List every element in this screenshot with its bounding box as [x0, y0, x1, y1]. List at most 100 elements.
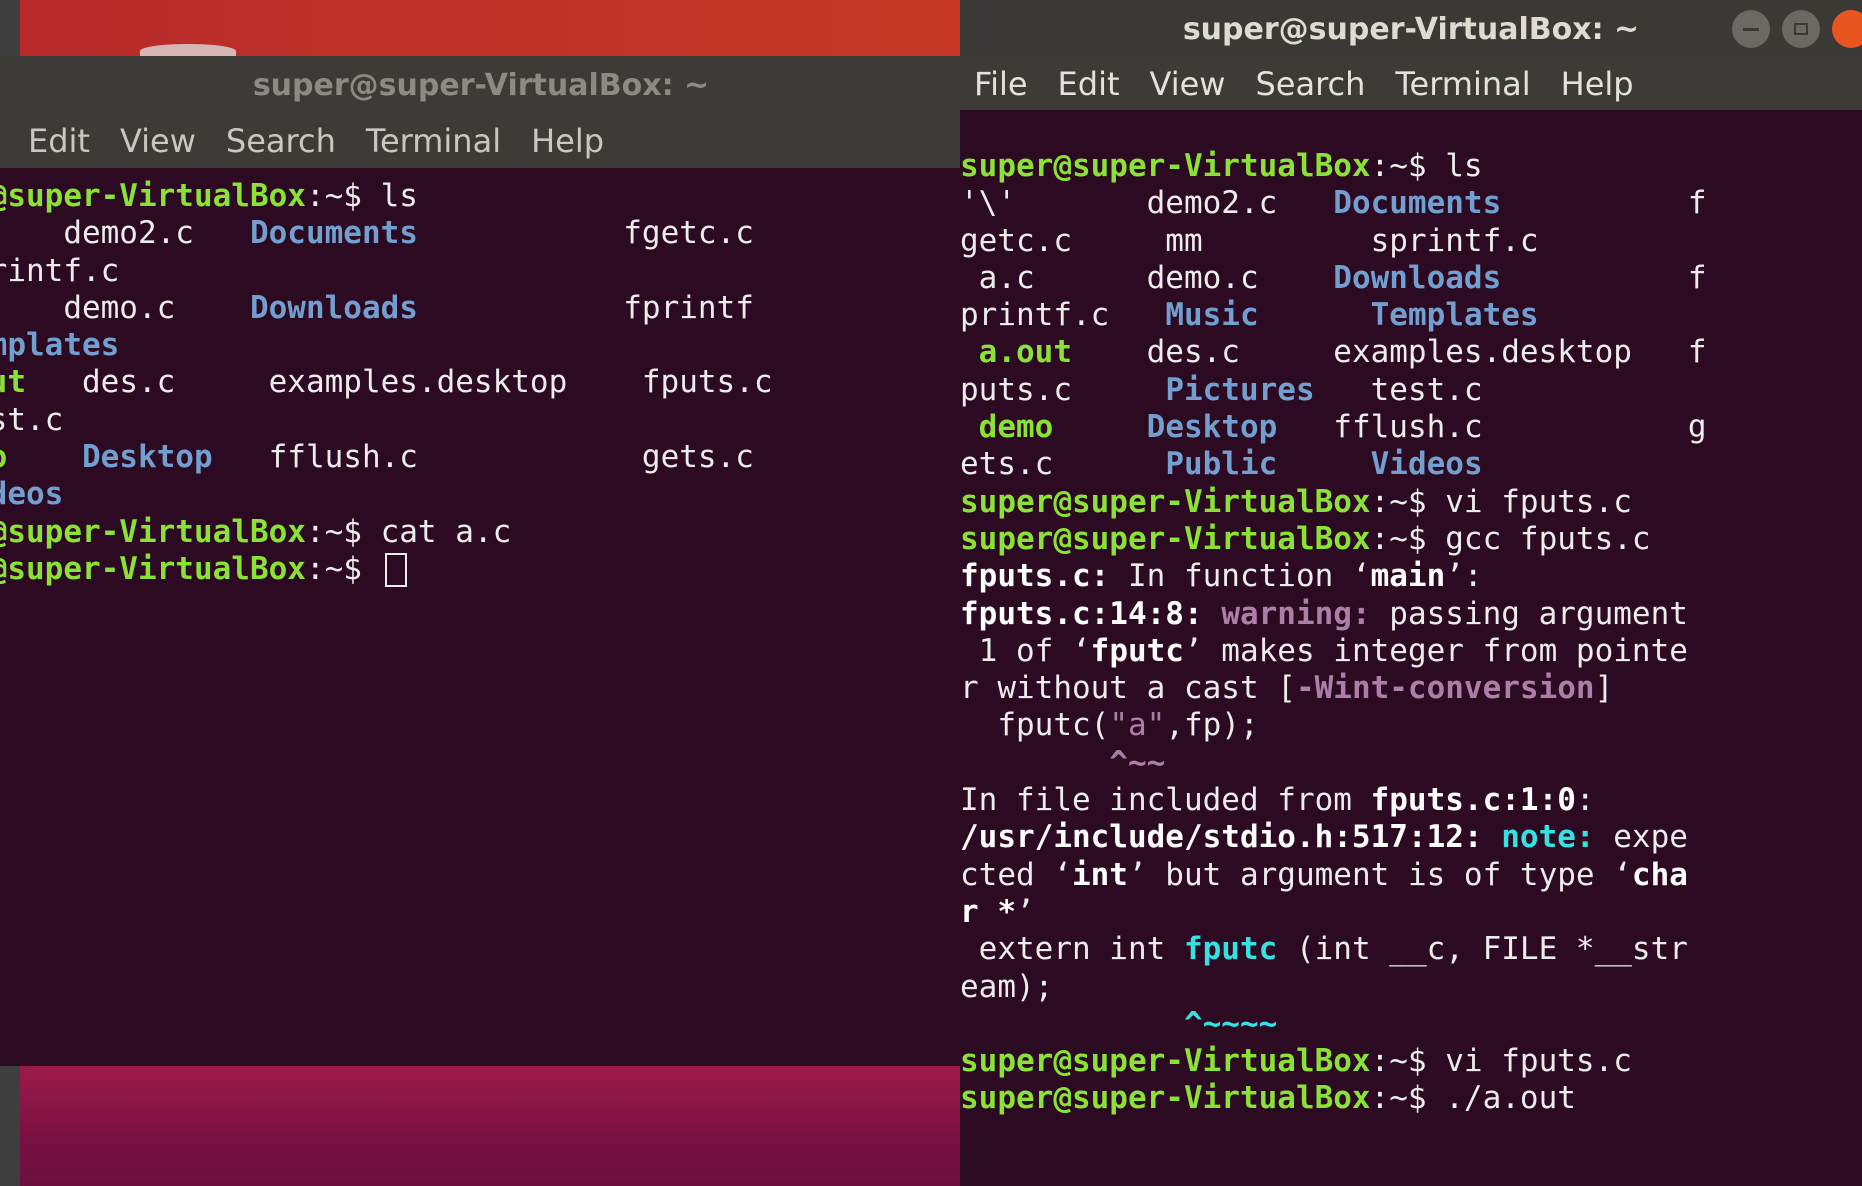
output-text: emplates	[0, 327, 120, 364]
terminal-line: mo Desktop fflush.c gets.c	[0, 439, 932, 476]
output-text: getc.c mm sprintf.c	[960, 222, 1539, 259]
output-text: ,fp);	[1165, 707, 1259, 744]
output-text: ’ but argument is of type ‘	[1127, 856, 1632, 893]
output-text: Videos	[1370, 446, 1483, 483]
terminal-line: cted ‘int’ but argument is of type ‘cha	[960, 857, 1862, 894]
window-titlebar[interactable]: super@super-VirtualBox: ~	[0, 56, 962, 114]
output-text: fputc	[1090, 632, 1184, 669]
output-text: Desktop	[81, 439, 213, 476]
output-text: :~$ vi fputs.c	[1370, 1043, 1632, 1080]
output-text: 1 of ‘	[960, 632, 1091, 669]
output-text: ^~~	[960, 744, 1166, 781]
output-text: r *	[960, 893, 1016, 930]
window-title: super@super-VirtualBox: ~	[252, 67, 710, 103]
output-text: Downloads	[1333, 259, 1502, 296]
prompt-text: super@super-VirtualBox	[960, 520, 1371, 557]
terminal-output[interactable]: super@super-VirtualBox:~$ ls '\' demo2.c …	[960, 110, 1862, 1186]
output-text: Documents	[249, 215, 418, 252]
output-text: Templates	[1370, 297, 1539, 334]
terminal-line: est.c	[0, 402, 932, 439]
terminal-line: r *’	[960, 894, 1862, 931]
terminal-line: super@super-VirtualBox:~$ vi fputs.c	[960, 484, 1862, 521]
window-title: super@super-VirtualBox: ~	[1182, 11, 1640, 47]
menu-search[interactable]: Search	[226, 122, 336, 160]
terminal-line: super@super-VirtualBox:~$ gcc fputs.c	[960, 521, 1862, 558]
output-text: In file included from	[960, 782, 1371, 819]
terminal-line: eam);	[960, 969, 1862, 1006]
menu-help[interactable]: Help	[1561, 65, 1634, 103]
minimize-icon	[1743, 27, 1759, 31]
close-button[interactable]	[1832, 10, 1862, 48]
output-text: warning:	[1221, 595, 1371, 632]
output-text: In function ‘	[1109, 558, 1371, 595]
output-text: passing argument	[1370, 595, 1688, 632]
output-text: des.c examples.desktop f	[1071, 334, 1707, 371]
output-text: :~$	[305, 550, 381, 587]
output-text: expe	[1594, 819, 1688, 856]
window-titlebar[interactable]: super@super-VirtualBox: ~	[960, 0, 1862, 58]
terminal-output[interactable]: r@super-VirtualBox:~$ ls demo2.c Documen…	[0, 168, 962, 1066]
terminal-line: r@super-VirtualBox:~$ cat a.c	[0, 514, 932, 551]
output-text: ]	[1594, 670, 1614, 707]
output-text: fputs.c:14:8:	[960, 595, 1203, 632]
terminal-line: super@super-VirtualBox:~$ ls	[960, 148, 1862, 185]
output-text: demo	[960, 409, 1054, 446]
text-cursor	[384, 553, 407, 588]
output-text: fflush.c g	[1277, 409, 1707, 446]
output-text: printf.c	[960, 297, 1166, 334]
menu-bar: File Edit View Search Terminal Help	[960, 58, 1862, 110]
terminal-window-background[interactable]: super@super-VirtualBox: ~ Edit View Search…	[0, 56, 962, 1066]
output-text: main	[1370, 558, 1446, 595]
menu-edit[interactable]: Edit	[1058, 65, 1120, 103]
terminal-window-active[interactable]: super@super-VirtualBox: ~ File Edit View Se…	[960, 0, 1862, 1186]
output-text: fprintf	[417, 289, 754, 326]
output-text: ets.c	[960, 446, 1166, 483]
output-text: extern int	[960, 931, 1184, 968]
terminal-line: r without a cast [-Wint-conversion]	[960, 670, 1862, 707]
terminal-line: demo Desktop fflush.c g	[960, 409, 1862, 446]
terminal-line: puts.c Pictures test.c	[960, 372, 1862, 409]
menu-file[interactable]: File	[974, 65, 1028, 103]
output-text: ’:	[1445, 558, 1483, 595]
output-text: cha	[1631, 856, 1688, 893]
output-text: ’	[1016, 893, 1035, 930]
terminal-line: ets.c Public Videos	[960, 446, 1862, 483]
output-text: demo.c	[63, 289, 176, 326]
menu-terminal[interactable]: Terminal	[1395, 65, 1530, 103]
output-text: Music	[1165, 297, 1259, 334]
menu-search[interactable]: Search	[1255, 65, 1365, 103]
menu-view[interactable]: View	[120, 122, 196, 160]
output-text: fputs.c:	[960, 558, 1110, 595]
output-text: printf.c	[0, 252, 120, 289]
window-controls	[1732, 10, 1862, 48]
terminal-line: '\' demo2.c Documents f	[960, 185, 1862, 222]
menu-edit[interactable]: Edit	[28, 122, 90, 160]
prompt-text: r@super-VirtualBox	[0, 513, 306, 550]
terminal-line: In file included from fputs.c:1:0:	[960, 782, 1862, 819]
terminal-line: a.c demo.c Downloads f	[960, 260, 1862, 297]
maximize-button[interactable]	[1782, 10, 1820, 48]
output-text: a.c demo.c	[960, 259, 1334, 296]
terminal-line: r@super-VirtualBox:~$ ls	[0, 178, 932, 215]
output-text: (int __c, FILE *__str	[1277, 931, 1688, 968]
output-text: note:	[1501, 819, 1595, 856]
output-text: Desktop	[1146, 409, 1278, 446]
terminal-line: extern int fputc (int __c, FILE *__str	[960, 931, 1862, 968]
menu-view[interactable]: View	[1150, 65, 1226, 103]
terminal-line: 1 of ‘fputc’ makes integer from pointe	[960, 633, 1862, 670]
terminal-line: super@super-VirtualBox:~$ ./a.out	[960, 1080, 1862, 1117]
output-text: '\' demo2.c	[960, 185, 1334, 222]
output-text: :~$ vi fputs.c	[1370, 483, 1632, 520]
menu-help[interactable]: Help	[531, 122, 604, 160]
maximize-icon	[1794, 23, 1808, 35]
prompt-text: super@super-VirtualBox	[960, 483, 1371, 520]
terminal-line: /usr/include/stdio.h:517:12: note: expe	[960, 819, 1862, 856]
minimize-button[interactable]	[1732, 10, 1770, 48]
menu-terminal[interactable]: Terminal	[366, 122, 501, 160]
output-text: -Wint-conversion	[1295, 670, 1595, 707]
output-text: "a"	[1109, 707, 1166, 744]
